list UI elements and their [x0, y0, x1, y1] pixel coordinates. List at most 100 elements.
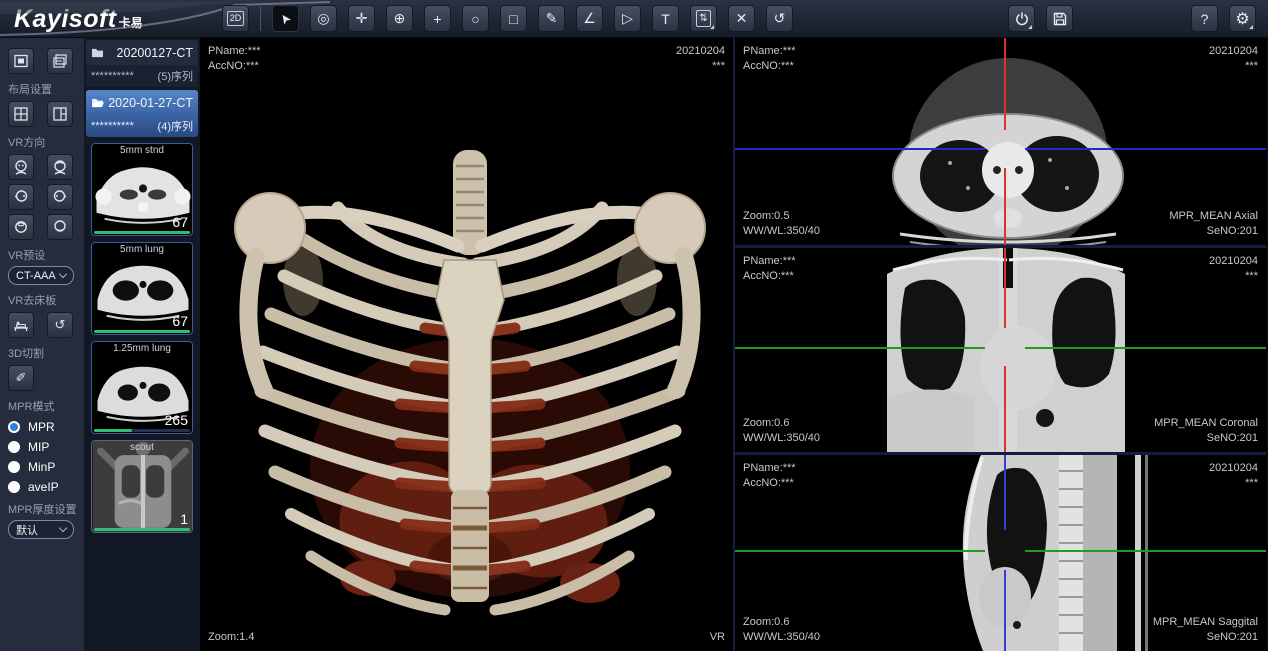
rectangle-icon: □ — [509, 11, 517, 27]
pan-button[interactable]: ✛ — [348, 5, 375, 32]
close-icon: ✕ — [736, 10, 748, 27]
vr-viewport[interactable]: PName:*** AccNO:*** 20210204 *** Zoom:1.… — [200, 38, 735, 651]
rotate-orbit-button[interactable]: ◎ — [310, 5, 337, 32]
text-annotate-button[interactable]: T — [652, 5, 679, 32]
coronal-crosshair-vertical[interactable] — [1004, 366, 1006, 452]
mpr-mode-option-minp[interactable]: MinP — [8, 460, 84, 474]
vr-rendered-ribcage-image — [200, 38, 735, 651]
reset-button[interactable]: ↺ — [766, 5, 793, 32]
layout-stack-button[interactable] — [47, 48, 73, 74]
sagittal-crosshair-vertical[interactable] — [1004, 455, 1006, 530]
mpr-mode-option-mip[interactable]: MIP — [8, 440, 84, 454]
vr-accno: AccNO:*** — [208, 59, 261, 74]
mpr-coronal-viewport[interactable]: PName:*** AccNO:*** 20210204 *** Zoom:0.… — [735, 248, 1266, 452]
sagittal-crosshair-horizontal[interactable] — [1025, 550, 1266, 552]
axial-wwwl: WW/WL:350/40 — [743, 224, 820, 239]
study-item-2-selected[interactable]: 2020-01-27-CT ********** (4)序列 — [86, 90, 198, 137]
axial-crosshair-vertical[interactable] — [1004, 168, 1006, 245]
series-thumbnail-scout[interactable]: scout 1 — [91, 440, 193, 533]
tool-group: 2D ➤ ◎ ✛ ⊕ + ○ □ ✎ ∠ ▷ T ⇅ ✕ ↺ — [222, 5, 793, 32]
mpr-mode-option-aveip[interactable]: aveIP — [8, 480, 84, 494]
cursor-icon: ➤ — [276, 9, 295, 27]
power-button[interactable] — [1008, 5, 1035, 32]
thumbnail-progress — [94, 231, 190, 234]
layout-stack-icon — [53, 54, 67, 68]
vr-head-right-button[interactable] — [47, 184, 73, 210]
axial-crosshair-vertical[interactable] — [1004, 38, 1006, 130]
vr-head-bottom-button[interactable] — [47, 214, 73, 240]
tool-group-right: ? ⚙ — [1008, 5, 1256, 32]
ellipse-roi-button[interactable]: ○ — [462, 5, 489, 32]
axial-series-info: MPR_MEAN Axial SeNO:201 — [1169, 209, 1258, 239]
minp-option-label: MinP — [28, 460, 55, 474]
angle-button[interactable]: ∠ — [576, 5, 603, 32]
zoom-button[interactable]: ⊕ — [386, 5, 413, 32]
pan-icon: ✛ — [356, 10, 368, 27]
vr-preset-select[interactable]: CT-AAA — [8, 266, 74, 285]
remove-bed-button[interactable] — [8, 312, 34, 338]
mpr-axial-viewport[interactable]: PName:*** AccNO:*** 20210204 *** Zoom:0.… — [735, 38, 1266, 245]
series-thumbnail-125mm-lung[interactable]: 1.25mm lung 265 — [91, 341, 193, 434]
grid-split-button[interactable] — [47, 101, 73, 127]
study-date: 2020-01-27-CT — [108, 96, 193, 110]
crosshair-button[interactable]: + — [424, 5, 451, 32]
mpr-thickness-select[interactable]: 默认 — [8, 520, 74, 539]
radio-icon — [8, 461, 20, 473]
sagittal-series-info: MPR_MEAN Saggital SeNO:201 — [1153, 615, 1258, 645]
thumbnail-progress — [94, 429, 190, 432]
axial-patient-info: PName:*** AccNO:*** — [743, 44, 796, 74]
save-button[interactable] — [1046, 5, 1073, 32]
folder-icon — [91, 47, 104, 58]
sagittal-seno: SeNO:201 — [1153, 630, 1258, 645]
vr-head-back-button[interactable] — [47, 154, 73, 180]
grid-2x2-button[interactable] — [8, 101, 34, 127]
mpr-sagittal-viewport[interactable]: PName:*** AccNO:*** 20210204 *** Zoom:0.… — [735, 455, 1266, 651]
mpr-column: PName:*** AccNO:*** 20210204 *** Zoom:0.… — [735, 38, 1266, 651]
cursor-button[interactable]: ➤ — [272, 5, 299, 32]
sagittal-crosshair-vertical[interactable] — [1004, 570, 1006, 651]
vr-head-left-button[interactable] — [8, 184, 34, 210]
bed-reset-button[interactable]: ↺ — [47, 312, 73, 338]
thumbnail-image-count: 265 — [165, 412, 188, 428]
reset-rotate-icon: ↺ — [774, 10, 786, 27]
folder-open-icon — [91, 97, 105, 108]
view-2d-button[interactable]: 2D — [222, 5, 249, 32]
coronal-patient-info: PName:*** AccNO:*** — [743, 254, 796, 284]
sagittal-accno: AccNO:*** — [743, 476, 796, 491]
delete-button[interactable]: ✕ — [728, 5, 755, 32]
cut-3d-button[interactable]: ✐ — [8, 365, 34, 391]
thumbnail-progress — [94, 330, 190, 333]
series-thumbnail-5mm-lung[interactable]: 5mm lung 67 — [91, 242, 193, 335]
settings-button[interactable]: ⚙ — [1229, 5, 1256, 32]
study-item-1[interactable]: 20200127-CT ********** (5)序列 — [86, 40, 198, 87]
vr-head-front-button[interactable] — [8, 154, 34, 180]
coronal-crosshair-horizontal[interactable] — [735, 347, 985, 349]
measure-button[interactable]: ✎ — [538, 5, 565, 32]
head-bottom-icon — [52, 219, 68, 235]
vr-head-top-button[interactable] — [8, 214, 34, 240]
head-right-icon — [52, 189, 68, 205]
axial-params: Zoom:0.5 WW/WL:350/40 — [743, 209, 820, 239]
study-date: 20200127-CT — [117, 46, 193, 60]
logo-text: Kayisoft — [14, 5, 117, 34]
rect-roi-button[interactable]: □ — [500, 5, 527, 32]
coronal-crosshair-horizontal[interactable] — [1025, 347, 1266, 349]
series-thumbnail-5mm-stnd[interactable]: 5mm stnd 67 — [91, 143, 193, 236]
zoom-icon: ⊕ — [394, 10, 406, 27]
coronal-pname: PName:*** — [743, 254, 796, 269]
sagittal-crosshair-horizontal[interactable] — [735, 550, 985, 552]
arrow-annotate-button[interactable]: ▷ — [614, 5, 641, 32]
window-level-button[interactable]: ⇅ — [690, 5, 717, 32]
study-series-count: (5)序列 — [158, 68, 193, 84]
help-button[interactable]: ? — [1191, 5, 1218, 32]
axial-crosshair-horizontal[interactable] — [1025, 148, 1266, 150]
vr-patient-info: PName:*** AccNO:*** — [208, 44, 261, 74]
mpr-mode-option-mpr[interactable]: MPR — [8, 420, 84, 434]
coronal-crosshair-vertical[interactable] — [1004, 248, 1006, 328]
scalpel-icon: ✐ — [16, 370, 27, 386]
vr-mode-label: VR — [710, 630, 725, 645]
layout-single-button[interactable] — [8, 48, 34, 74]
toolbar-divider — [260, 6, 261, 31]
vr-preset-label: VR预设 — [8, 247, 84, 263]
axial-crosshair-horizontal[interactable] — [735, 148, 985, 150]
